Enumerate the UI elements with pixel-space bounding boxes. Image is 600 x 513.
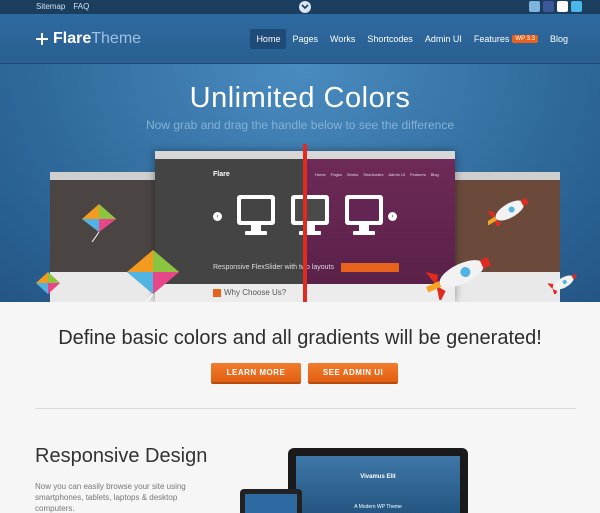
nav-admin-ui[interactable]: Admin UI xyxy=(419,29,468,49)
nav-shortcodes[interactable]: Shortcodes xyxy=(361,29,419,49)
laptop-illustration: Vivamus Elit A Modern WP Theme xyxy=(288,448,468,513)
logo-word-theme: Theme xyxy=(91,30,142,47)
nav-pages[interactable]: Pages xyxy=(286,29,324,49)
rocket-icon xyxy=(548,273,577,294)
text-line: computers. xyxy=(35,504,75,513)
gradients-heading: Define basic colors and all gradients wi… xyxy=(58,327,542,349)
rocket-icon xyxy=(488,197,529,226)
main-nav: Home Pages Works Shortcodes Admin UI Fea… xyxy=(250,29,574,49)
mini-nav-item: Admin UI xyxy=(388,172,405,177)
nav-label: Works xyxy=(329,34,356,44)
logo-plus-icon xyxy=(36,33,48,45)
nav-label: Shortcodes xyxy=(367,34,413,44)
kite-icon xyxy=(127,250,179,302)
nav-label: Home xyxy=(256,34,281,44)
mini-nav-item: Shortcodes xyxy=(363,172,384,177)
mini-nav: Home Pages Works Shortcodes Admin UI Fea… xyxy=(315,172,439,177)
tablet-screen xyxy=(245,494,297,513)
hero-title: Unlimited Colors xyxy=(189,82,411,114)
gradients-section: Define basic colors and all gradients wi… xyxy=(0,302,600,513)
mini-nav-item: Blog xyxy=(430,172,439,177)
question-icon xyxy=(213,288,221,297)
why-label: Why Choose Us? xyxy=(224,288,287,297)
nav-label: Pages xyxy=(292,34,318,44)
tablet-illustration xyxy=(240,489,302,513)
mini-nav-item: Pages xyxy=(330,172,343,177)
utility-links: Sitemap FAQ xyxy=(36,2,89,11)
mini-orange-button xyxy=(341,263,399,272)
wp-version-badge: WP 3.3 xyxy=(512,35,538,43)
slider-next-icon: › xyxy=(388,212,397,221)
text-line: smartphones, tablets, laptops & desktop xyxy=(35,493,178,502)
nav-label: Blog xyxy=(549,34,568,44)
see-admin-ui-button[interactable]: SEE ADMIN UI xyxy=(308,363,398,384)
facebook-icon[interactable] xyxy=(543,1,554,12)
hero-subtitle: Now grab and drag the handle below to se… xyxy=(146,118,454,132)
learn-more-button[interactable]: LEARN MORE xyxy=(211,363,301,384)
laptop-screen: Vivamus Elit A Modern WP Theme xyxy=(296,456,460,513)
faq-link[interactable]: FAQ xyxy=(73,2,89,11)
finder-icon[interactable] xyxy=(529,1,540,12)
nav-features[interactable]: Features WP 3.3 xyxy=(468,29,544,49)
hero-section: Unlimited Colors Now grab and drag the h… xyxy=(0,64,600,302)
top-utility-bar: Sitemap FAQ xyxy=(0,0,600,14)
kite-icon xyxy=(36,272,60,294)
nav-home[interactable]: Home xyxy=(250,29,287,49)
laptop-screen-heading: Vivamus Elit xyxy=(360,474,396,480)
mini-nav-item: Works xyxy=(347,172,359,177)
responsive-design-text: Now you can easily browse your site usin… xyxy=(35,481,195,513)
text-line: Now you can easily browse your site usin… xyxy=(35,482,186,491)
responsive-design-heading: Responsive Design xyxy=(35,445,208,467)
sitemap-link[interactable]: Sitemap xyxy=(36,2,65,11)
slider-prev-icon: ‹ xyxy=(213,212,222,221)
laptop-screen-caption: A Modern WP Theme xyxy=(354,504,402,510)
kite-icon xyxy=(82,204,116,243)
flickr-icon[interactable] xyxy=(557,1,568,12)
nav-blog[interactable]: Blog xyxy=(544,29,574,49)
mini-logo: Flare xyxy=(213,171,230,178)
color-compare-drag-handle[interactable] xyxy=(303,144,307,302)
social-links xyxy=(529,1,582,12)
why-choose-us: Why Choose Us? xyxy=(213,288,286,297)
logo[interactable]: Flare Theme xyxy=(36,30,141,48)
twitter-icon[interactable] xyxy=(571,1,582,12)
chevron-down-icon[interactable] xyxy=(299,1,311,13)
rocket-icon xyxy=(426,256,491,300)
mini-nav-item: Home xyxy=(315,172,326,177)
site-header: Flare Theme Home Pages Works Shortcodes … xyxy=(0,14,600,64)
monitors-illustration xyxy=(237,195,383,235)
mini-nav-item: Features xyxy=(409,172,426,177)
section-divider xyxy=(35,408,576,409)
nav-works[interactable]: Works xyxy=(324,29,361,49)
logo-word-flare: Flare xyxy=(53,30,92,47)
slider-caption: Responsive FlexSlider with two layouts xyxy=(213,264,334,271)
nav-label: Features xyxy=(473,34,510,44)
nav-label: Admin UI xyxy=(424,34,462,44)
